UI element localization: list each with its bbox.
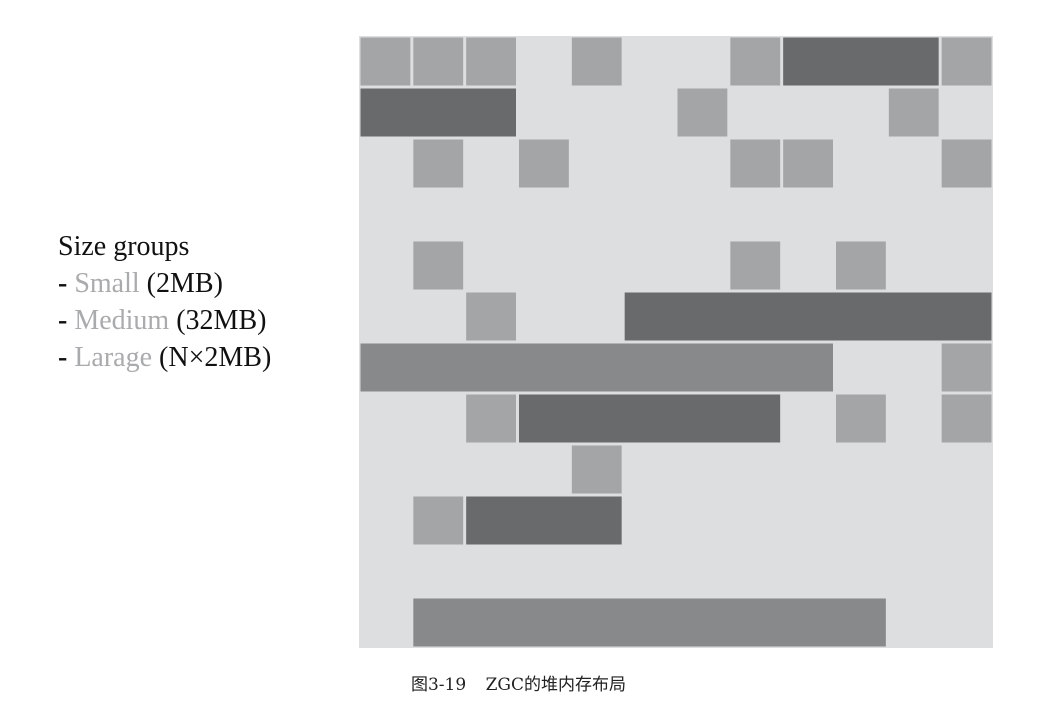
- legend-name-medium: Medium: [74, 305, 170, 336]
- figure-number: 图3-19: [410, 675, 467, 695]
- small-page: [836, 241, 886, 290]
- legend-size-small: (2MB): [146, 268, 223, 299]
- small-page: [571, 37, 622, 86]
- small-page: [677, 88, 728, 137]
- legend-dash: -: [58, 342, 68, 373]
- small-page: [941, 343, 992, 392]
- figure-title: ZGC的堆内存布局: [485, 675, 626, 695]
- small-page: [941, 394, 992, 443]
- medium-page: [466, 496, 622, 545]
- small-page: [571, 445, 622, 494]
- small-page: [413, 496, 464, 545]
- legend-name-small: Small: [74, 268, 140, 299]
- medium-page: [624, 292, 992, 341]
- legend-item-small: - Small (2MB): [58, 265, 271, 302]
- small-page: [413, 241, 464, 290]
- legend-dash: -: [58, 268, 68, 299]
- small-page: [466, 292, 516, 341]
- small-page: [730, 37, 781, 86]
- small-page: [413, 37, 464, 86]
- small-page: [466, 37, 516, 86]
- legend-size-large: (N×2MB): [159, 342, 272, 373]
- small-page: [941, 139, 992, 188]
- size-groups-legend: Size groups - Small (2MB) - Medium (32MB…: [58, 228, 271, 376]
- legend-heading: Size groups: [58, 231, 190, 262]
- legend-item-medium: - Medium (32MB): [58, 302, 271, 339]
- small-page: [836, 394, 886, 443]
- legend-dash: -: [58, 305, 68, 336]
- small-page: [783, 139, 833, 188]
- legend-size-medium: (32MB): [176, 305, 267, 336]
- small-page: [413, 139, 464, 188]
- large-page: [413, 598, 886, 647]
- small-page: [730, 139, 781, 188]
- small-page: [941, 37, 992, 86]
- small-page: [360, 37, 411, 86]
- small-page: [519, 139, 569, 188]
- small-page: [730, 241, 781, 290]
- legend-name-large: Larage: [74, 342, 153, 373]
- figure-caption: 图3-19 ZGC的堆内存布局: [0, 670, 1037, 695]
- medium-page: [360, 88, 516, 137]
- medium-page: [519, 394, 781, 443]
- medium-page: [783, 37, 939, 86]
- small-page: [888, 88, 939, 137]
- small-page: [466, 394, 516, 443]
- heap-layout-grid: [359, 36, 993, 648]
- legend-item-large: - Larage (N×2MB): [58, 339, 271, 376]
- large-page: [360, 343, 833, 392]
